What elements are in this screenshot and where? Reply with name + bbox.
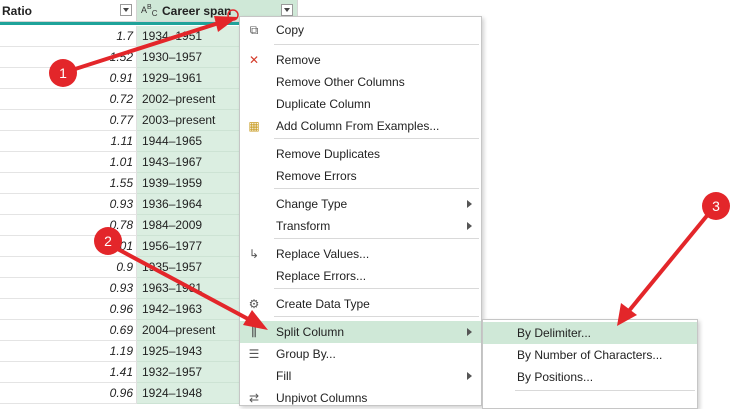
ratio-column-header[interactable]: Ratio: [0, 0, 137, 22]
ratio-cell[interactable]: 0.77: [0, 110, 137, 131]
replace-values-icon: ↳: [248, 247, 260, 261]
ratio-cell[interactable]: 1.19: [0, 341, 137, 362]
ratio-cell[interactable]: 0.96: [0, 299, 137, 320]
ratio-header-label: Ratio: [2, 4, 32, 18]
ratio-cell[interactable]: 0.78: [0, 215, 137, 236]
submenu-arrow-icon: [467, 222, 472, 230]
ratio-cell[interactable]: 0.69: [0, 320, 137, 341]
ratio-cell[interactable]: 0.72: [0, 89, 137, 110]
abc-text-type-icon[interactable]: ABC: [141, 3, 157, 18]
menu-separator: [274, 138, 479, 139]
menu-item-replace-errors[interactable]: Replace Errors...: [240, 265, 481, 287]
submenu-item-label: By Positions...: [517, 370, 594, 384]
menu-separator: [515, 390, 695, 391]
ratio-cell[interactable]: 1.11: [0, 131, 137, 152]
menu-item-label: Change Type: [276, 197, 348, 211]
menu-item-remove-other-columns[interactable]: Remove Other Columns: [240, 71, 481, 93]
menu-item-label: Replace Errors...: [276, 269, 367, 283]
data-type-icon: ⚙: [248, 297, 260, 311]
submenu-arrow-icon: [467, 328, 472, 336]
submenu-arrow-icon: [467, 372, 472, 380]
ratio-filter-dropdown-icon[interactable]: [120, 4, 132, 16]
menu-item-label: Split Column: [276, 325, 345, 339]
ratio-cell[interactable]: 0.93: [0, 278, 137, 299]
menu-item-label: Unpivot Columns: [276, 391, 368, 405]
copy-icon: ⧉: [249, 23, 259, 37]
submenu-item-by-delimiter[interactable]: By Delimiter...: [483, 322, 697, 344]
svg-text:3: 3: [712, 198, 720, 214]
menu-item-split-column[interactable]: ⫼ Split Column: [240, 321, 481, 343]
menu-item-replace-values[interactable]: ↳ Replace Values...: [240, 243, 481, 265]
menu-item-label: Add Column From Examples...: [276, 119, 440, 133]
ratio-cell[interactable]: 1.01: [0, 236, 137, 257]
submenu-item-label: By Number of Characters...: [517, 348, 663, 362]
menu-item-transform[interactable]: Transform: [240, 215, 481, 237]
unpivot-icon: ⇄: [248, 391, 260, 405]
menu-item-create-data-type[interactable]: ⚙ Create Data Type: [240, 293, 481, 315]
menu-separator: [274, 188, 479, 189]
ratio-cell[interactable]: 0.96: [0, 383, 137, 404]
menu-item-duplicate-column[interactable]: Duplicate Column: [240, 93, 481, 115]
menu-separator: [274, 288, 479, 289]
split-column-submenu: By Delimiter... By Number of Characters..…: [482, 319, 698, 409]
menu-item-label: Transform: [276, 219, 331, 233]
menu-separator: [274, 316, 479, 317]
callout-badge-3: 3: [702, 192, 730, 220]
callout-arrow-3: [626, 210, 712, 314]
column-quality-bar: [0, 22, 137, 25]
ratio-cell[interactable]: 1.52: [0, 47, 137, 68]
menu-item-label: Duplicate Column: [276, 97, 371, 111]
ratio-cell[interactable]: 1.41: [0, 362, 137, 383]
menu-item-group-by[interactable]: ☰ Group By...: [240, 343, 481, 365]
group-by-icon: ☰: [248, 347, 260, 361]
ratio-cell[interactable]: 0.9: [0, 257, 137, 278]
column-from-examples-icon: ▦: [248, 119, 260, 133]
menu-item-label: Copy: [276, 23, 305, 37]
menu-item-label: Remove Errors: [276, 169, 357, 183]
menu-item-label: Create Data Type: [276, 297, 370, 311]
column-context-menu: ⧉ Copy ✕ Remove Remove Other Columns Duplicat…: [239, 16, 482, 406]
ratio-cell[interactable]: 1.01: [0, 152, 137, 173]
menu-separator: [274, 238, 479, 239]
ratio-cell[interactable]: 0.91: [0, 68, 137, 89]
menu-item-remove-errors[interactable]: Remove Errors: [240, 165, 481, 187]
menu-item-label: Remove: [276, 53, 321, 67]
menu-item-remove[interactable]: ✕ Remove: [240, 49, 481, 71]
submenu-item-label: By Delimiter...: [517, 326, 592, 340]
split-column-icon: ⫼: [251, 325, 257, 339]
menu-item-copy[interactable]: ⧉ Copy: [240, 19, 481, 41]
menu-item-fill[interactable]: Fill: [240, 365, 481, 387]
remove-x-icon: ✕: [248, 53, 260, 67]
submenu-item-by-positions[interactable]: By Positions...: [483, 366, 697, 388]
submenu-arrow-icon: [467, 200, 472, 208]
ratio-cell[interactable]: 1.7: [0, 26, 137, 47]
menu-item-remove-duplicates[interactable]: Remove Duplicates: [240, 143, 481, 165]
menu-item-label: Remove Other Columns: [276, 75, 405, 89]
submenu-item-by-number-of-characters[interactable]: By Number of Characters...: [483, 344, 697, 366]
menu-item-label: Replace Values...: [276, 247, 370, 261]
menu-item-label: Fill: [276, 369, 292, 383]
ratio-cell[interactable]: 1.55: [0, 173, 137, 194]
menu-item-change-type[interactable]: Change Type: [240, 193, 481, 215]
ratio-cell[interactable]: 0.93: [0, 194, 137, 215]
career-header-label: Career span: [162, 4, 232, 18]
menu-item-add-column-from-examples[interactable]: ▦ Add Column From Examples...: [240, 115, 481, 137]
menu-item-unpivot-columns[interactable]: ⇄ Unpivot Columns: [240, 387, 481, 409]
menu-item-label: Remove Duplicates: [276, 147, 381, 161]
menu-item-label: Group By...: [276, 347, 336, 361]
career-filter-dropdown-icon[interactable]: [281, 4, 293, 16]
menu-separator: [274, 44, 479, 45]
